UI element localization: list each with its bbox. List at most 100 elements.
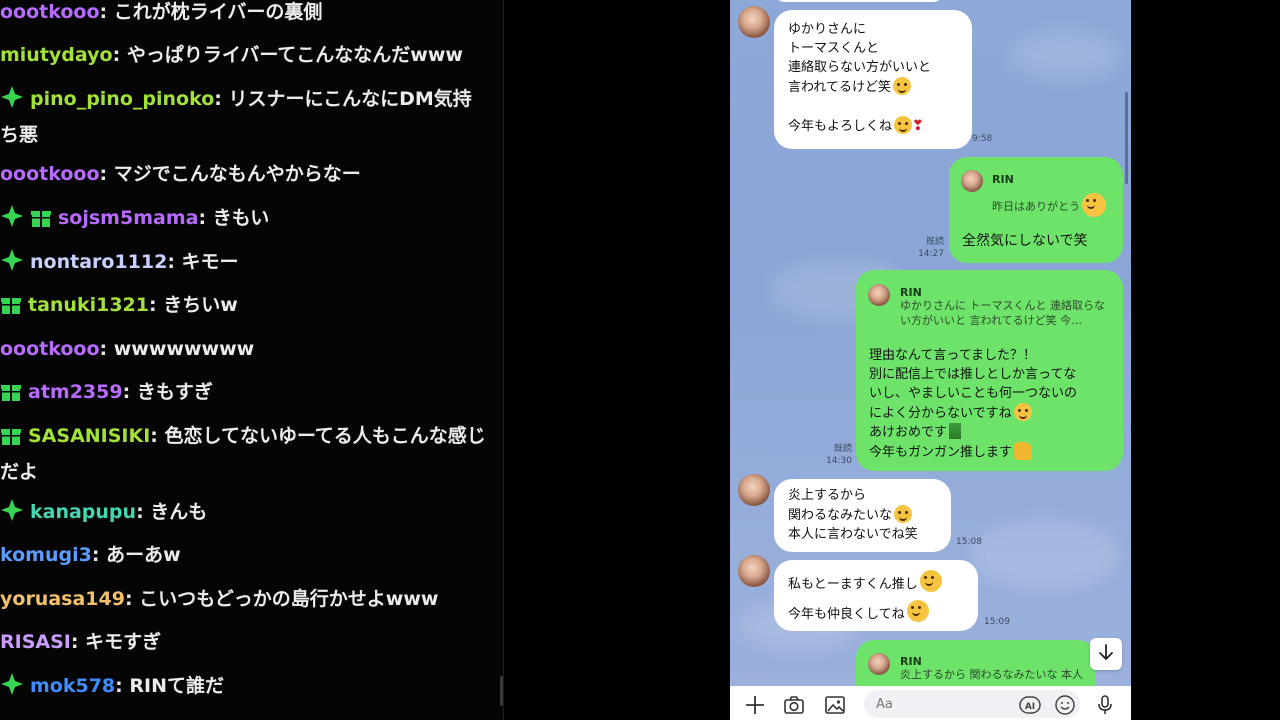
chat-username[interactable]: yoruasa149 bbox=[0, 588, 125, 610]
chat-text: きもい bbox=[212, 207, 270, 229]
ai-icon[interactable]: AI bbox=[1019, 696, 1041, 718]
read-receipt: 既読 bbox=[925, 237, 944, 247]
chat-username[interactable]: pino_pino_pinoko bbox=[30, 88, 214, 110]
emoji-icon[interactable] bbox=[1054, 694, 1076, 716]
grin-emoji-icon bbox=[892, 77, 911, 95]
cat-emoji-icon bbox=[906, 600, 929, 622]
chat-message: oootkooo: wwwwwwww bbox=[0, 338, 255, 360]
chat-username[interactable]: SASANISIKI bbox=[28, 425, 150, 447]
quote-sender: RIN bbox=[992, 173, 1014, 186]
chat-username[interactable]: sojsm5mama bbox=[58, 207, 198, 229]
heart-icon: ❣ bbox=[912, 118, 924, 134]
chat-text: キモすぎ bbox=[85, 631, 162, 653]
sparkle-badge-icon bbox=[0, 85, 24, 119]
message-line: 全然気にしないで笑 bbox=[962, 233, 1088, 249]
sparkle-badge-icon bbox=[0, 248, 24, 282]
svg-text:AI: AI bbox=[1025, 702, 1035, 712]
message-line: トーマスくんと bbox=[788, 41, 880, 56]
message-line: 炎上するから bbox=[788, 488, 867, 503]
chat-scrollbar[interactable] bbox=[1125, 92, 1128, 184]
chat-text: きちいw bbox=[163, 294, 238, 316]
message-time: 14:27 bbox=[918, 249, 944, 259]
message-bubble-outgoing[interactable]: RIN ゆかりさんに トーマスくんと 連絡取らな い方がいいと 言われてるけど笑… bbox=[856, 270, 1123, 471]
chat-text: きんも bbox=[150, 501, 208, 523]
message-time: 15:09 bbox=[984, 617, 1010, 627]
chat-message: sojsm5mama: きもい bbox=[0, 202, 490, 238]
chat-message: tanuki1321: きちいw bbox=[0, 289, 490, 325]
message-bubble-incoming[interactable]: ゆかりさんに トーマスくんと 連絡取らない方がいいと 言われてるけど笑 今年もよ… bbox=[774, 10, 972, 149]
quote-avatar bbox=[961, 170, 983, 192]
chat-username[interactable]: miutydayo bbox=[0, 44, 113, 66]
heart-eyes-emoji-icon bbox=[919, 570, 942, 592]
scroll-down-button[interactable] bbox=[1090, 638, 1122, 670]
chat-panel: oootkooo: これが枕ライバーの裏側 miutydayo: やっぱりライバ… bbox=[0, 0, 503, 720]
avatar[interactable] bbox=[738, 6, 770, 38]
message-bubble-incoming[interactable] bbox=[774, 0, 944, 2]
chat-text: マジでこんなもんやからなー bbox=[113, 163, 361, 185]
message-bubble-incoming[interactable]: 私もとーますくん推し 今年も仲良くしてね bbox=[774, 560, 978, 631]
chat-text: キモー bbox=[181, 251, 239, 273]
message-line: 連絡取らない方がいいと bbox=[788, 60, 932, 75]
chat-text: これが枕ライバーの裏側 bbox=[113, 1, 323, 23]
chat-username[interactable]: oootkooo bbox=[0, 338, 100, 360]
message-input[interactable] bbox=[864, 690, 1080, 718]
message-line: 今年もよろしくね bbox=[788, 119, 893, 134]
message-line: 別に配信上では推しとしか言ってな bbox=[869, 367, 1077, 382]
quote-text: ゆかりさんに トーマスくんと 連絡取らな bbox=[900, 299, 1105, 312]
chat-text: RINて誰だ bbox=[129, 675, 224, 697]
message-line: 関わるなみたいな bbox=[788, 508, 893, 523]
chat-message: nontaro1112: キモー bbox=[0, 246, 490, 282]
message-line: あけおめです bbox=[869, 425, 948, 440]
sparkle-badge-icon bbox=[0, 204, 24, 238]
chat-username[interactable]: nontaro1112 bbox=[30, 251, 167, 273]
sparkle-badge-icon bbox=[0, 498, 24, 532]
chat-username[interactable]: tanuki1321 bbox=[28, 294, 149, 316]
image-icon[interactable] bbox=[824, 694, 846, 716]
gift-badge-icon bbox=[0, 380, 22, 412]
chat-message: miutydayo: やっぱりライバーてこんななんだwww bbox=[0, 44, 463, 66]
arrow-down-icon bbox=[1097, 643, 1115, 665]
chat-scrollbar[interactable] bbox=[500, 676, 503, 706]
kadomatsu-emoji-icon bbox=[949, 423, 962, 439]
chat-username[interactable]: RISASI bbox=[0, 631, 71, 653]
quote-avatar bbox=[868, 653, 890, 675]
chat-text: やっぱりライバーてこんななんだwww bbox=[126, 44, 463, 66]
chat-username[interactable]: oootkooo bbox=[0, 1, 100, 23]
avatar[interactable] bbox=[738, 474, 770, 506]
message-time: 14:30 bbox=[826, 456, 852, 466]
chat-username[interactable]: mok578 bbox=[30, 675, 115, 697]
avatar[interactable] bbox=[738, 555, 770, 587]
message-bubble-outgoing[interactable]: RIN 昨日はありがとう 全然気にしないで笑 bbox=[949, 157, 1123, 263]
chat-message: mok578: RINて誰だ bbox=[0, 670, 490, 706]
message-line: 今年も仲良くしてね bbox=[788, 607, 905, 622]
cat-emoji-icon bbox=[894, 116, 913, 134]
mic-icon[interactable] bbox=[1094, 694, 1116, 716]
sparkle-badge-icon bbox=[0, 672, 24, 706]
message-line: 本人に言わないでね笑 bbox=[788, 527, 918, 542]
chat-username[interactable]: komugi3 bbox=[0, 544, 92, 566]
chat-username[interactable]: kanapupu bbox=[30, 501, 136, 523]
chat-text: こいつもどっかの島行かせよwww bbox=[139, 588, 439, 610]
chat-text: wwwwwwww bbox=[113, 338, 255, 360]
heart-eyes-emoji-icon bbox=[1082, 193, 1106, 217]
quote-text: 昨日はありがとう bbox=[992, 200, 1080, 213]
quote-text: 炎上するから 関わるなみたいな 本人 bbox=[900, 668, 1083, 681]
message-line: 私もとーますくん推し bbox=[788, 577, 918, 592]
gift-badge-icon bbox=[0, 293, 22, 325]
chat-message: RISASI: キモすぎ bbox=[0, 631, 162, 653]
chat-username[interactable]: atm2359 bbox=[28, 381, 123, 403]
background-area bbox=[504, 0, 730, 720]
message-line: 理由なんて言ってました？！ bbox=[869, 348, 1037, 363]
message-line: 言われてるけど笑 bbox=[788, 80, 891, 95]
plus-icon[interactable] bbox=[744, 694, 766, 716]
quote-avatar bbox=[868, 284, 890, 306]
chat-message: atm2359: きもすぎ bbox=[0, 376, 490, 412]
message-input-bar: AI bbox=[730, 686, 1131, 720]
message-line: いし、やましいことも何一つないの bbox=[869, 386, 1078, 401]
chat-username[interactable]: oootkooo bbox=[0, 163, 100, 185]
camera-icon[interactable] bbox=[783, 694, 805, 716]
chat-message: pino_pino_pinoko: リスナーにこんなにDM気持ち悪 bbox=[0, 83, 490, 151]
message-line: 今年もガンガン推します bbox=[869, 445, 1013, 460]
message-bubble-incoming[interactable]: 炎上するから 関わるなみたいな 本人に言わないでね笑 bbox=[774, 479, 951, 552]
background-area bbox=[1131, 0, 1280, 720]
